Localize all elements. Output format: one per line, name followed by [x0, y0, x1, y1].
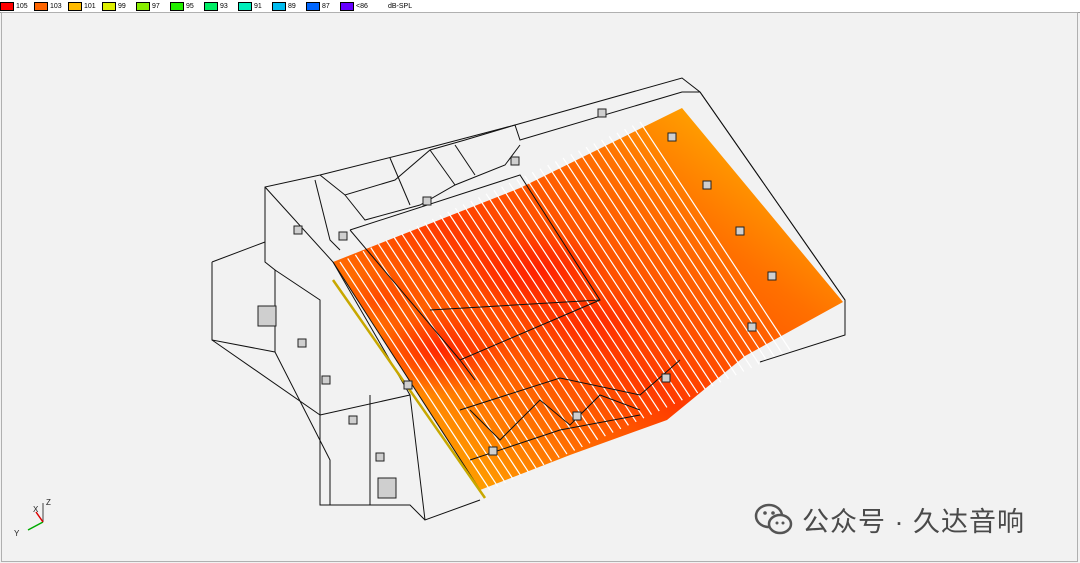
watermark-text: 公众号 · 久达音响	[802, 507, 1025, 537]
subwoofer-icon[interactable]	[377, 477, 397, 499]
loudspeaker-icon[interactable]	[297, 338, 307, 348]
wechat-icon	[754, 503, 793, 534]
loudspeaker-icon[interactable]	[375, 452, 385, 462]
axis-z-label: Z	[46, 498, 51, 507]
watermark: 公众号 · 久达音响	[754, 500, 1025, 539]
axis-x-label: X	[33, 505, 39, 514]
loudspeaker-icon[interactable]	[422, 196, 432, 206]
loudspeaker-icon[interactable]	[661, 373, 671, 383]
loudspeaker-icon[interactable]	[702, 180, 712, 190]
axis-triad: Z X Y	[14, 498, 51, 538]
loudspeaker-icon[interactable]	[667, 132, 677, 142]
3d-model-view[interactable]: Z X Y	[0, 0, 1080, 563]
loudspeaker-icon[interactable]	[348, 415, 358, 425]
loudspeaker-icon[interactable]	[403, 380, 413, 390]
loudspeaker-icon[interactable]	[510, 156, 520, 166]
loudspeaker-icon[interactable]	[767, 271, 777, 281]
loudspeaker-icon[interactable]	[597, 108, 607, 118]
axis-y-label: Y	[14, 529, 20, 538]
loudspeaker-icon[interactable]	[338, 231, 348, 241]
loudspeaker-icon[interactable]	[488, 446, 498, 456]
subwoofer-icon[interactable]	[257, 305, 277, 327]
loudspeaker-icon[interactable]	[747, 322, 757, 332]
loudspeaker-icon[interactable]	[572, 411, 582, 421]
loudspeaker-icon[interactable]	[735, 226, 745, 236]
loudspeaker-icon[interactable]	[293, 225, 303, 235]
loudspeaker-icon[interactable]	[321, 375, 331, 385]
